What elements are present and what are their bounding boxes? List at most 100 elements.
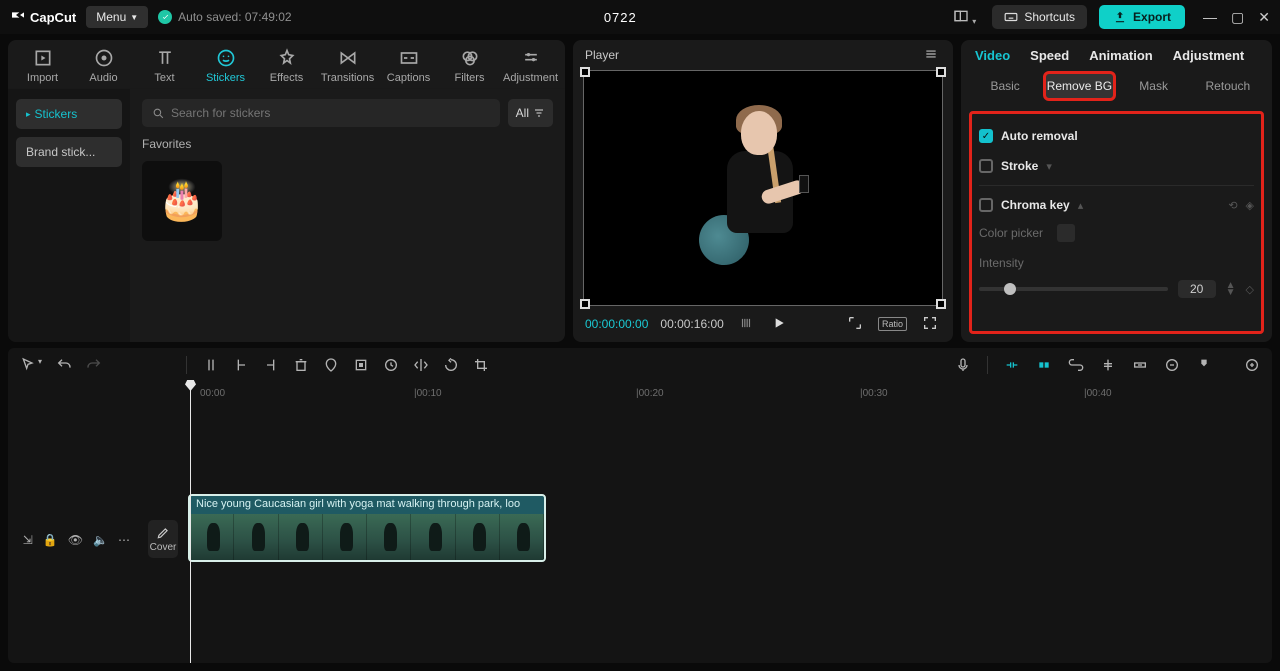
track-more-icon[interactable]: ⋯ xyxy=(118,533,130,547)
tab-effects[interactable]: Effects xyxy=(260,46,314,86)
play-button[interactable] xyxy=(768,312,790,337)
inspector-tab-animation[interactable]: Animation xyxy=(1089,48,1153,63)
tab-captions[interactable]: Captions xyxy=(382,46,436,86)
inspector-secondary-tabs: Basic Remove BG Mask Retouch xyxy=(961,67,1272,105)
ruler-label: |00:40 xyxy=(1084,388,1112,399)
redo-button[interactable] xyxy=(86,357,102,373)
favorites-heading: Favorites xyxy=(142,137,553,151)
player-title: Player xyxy=(585,48,619,62)
intensity-value[interactable]: 20 xyxy=(1178,280,1216,298)
lock-track-icon[interactable]: 🔒 xyxy=(43,533,58,547)
trim-left-tool[interactable] xyxy=(233,357,249,373)
player-viewport[interactable] xyxy=(583,70,943,306)
video-clip[interactable]: Nice young Caucasian girl with yoga mat … xyxy=(188,494,546,562)
keyframe-icon[interactable]: ◈ xyxy=(1246,199,1254,212)
timeline-zoom-slider[interactable] xyxy=(1164,357,1180,373)
crop-handle-tl[interactable] xyxy=(580,67,590,77)
sidebar-item-stickers[interactable]: ▸ Stickers xyxy=(16,99,122,129)
window-close-button[interactable]: ✕ xyxy=(1258,9,1270,26)
chevron-up-icon[interactable]: ▴ xyxy=(1078,199,1084,212)
crop-handle-br[interactable] xyxy=(936,299,946,309)
tab-transitions[interactable]: Transitions xyxy=(321,46,375,86)
filter-icon xyxy=(533,107,545,119)
intensity-stepper[interactable]: ▲▼ xyxy=(1226,282,1236,296)
split-tool[interactable] xyxy=(203,357,219,373)
sticker-thumbnail-cake[interactable]: 🎂 xyxy=(142,161,222,241)
caret-right-icon: ▸ xyxy=(26,109,31,120)
tab-filters[interactable]: Filters xyxy=(443,46,497,86)
preview-axis-toggle[interactable] xyxy=(1100,357,1116,373)
subtab-basic[interactable]: Basic xyxy=(971,73,1039,99)
subtab-mask[interactable]: Mask xyxy=(1120,73,1188,99)
reset-icon[interactable]: ⟲ xyxy=(1228,199,1237,212)
auto-snap-toggle[interactable] xyxy=(1036,357,1052,373)
stroke-checkbox[interactable] xyxy=(979,159,993,173)
mirror-tool[interactable] xyxy=(413,357,429,373)
timecode-current: 00:00:00:00 xyxy=(585,317,648,331)
trim-right-tool[interactable] xyxy=(263,357,279,373)
magnet-main-track-toggle[interactable] xyxy=(1004,357,1020,373)
inspector-tab-speed[interactable]: Speed xyxy=(1030,48,1069,63)
scale-fit-button[interactable] xyxy=(844,312,866,337)
keyframe-add-icon[interactable]: ◇ xyxy=(1246,283,1254,296)
reverse-tool[interactable] xyxy=(383,357,399,373)
delete-tool[interactable] xyxy=(293,357,309,373)
search-stickers-input[interactable] xyxy=(142,99,500,127)
ratio-button[interactable]: Ratio xyxy=(878,317,907,331)
color-swatch[interactable] xyxy=(1057,224,1075,242)
tab-adjustment[interactable]: Adjustment xyxy=(504,46,558,86)
window-minimize-button[interactable]: — xyxy=(1203,9,1217,26)
tab-text[interactable]: Text xyxy=(138,46,192,86)
media-tab-row: Import Audio Text Stickers Effects Trans… xyxy=(8,40,565,89)
auto-removal-checkbox[interactable]: ✓ xyxy=(979,129,993,143)
tab-import[interactable]: Import xyxy=(16,46,70,86)
track-height-button[interactable] xyxy=(1196,357,1212,373)
freeze-frame-tool[interactable] xyxy=(353,357,369,373)
shortcuts-button[interactable]: Shortcuts xyxy=(992,5,1087,29)
record-voiceover-button[interactable] xyxy=(955,357,971,373)
timeline-zoom-out[interactable] xyxy=(1132,357,1148,373)
subtab-retouch[interactable]: Retouch xyxy=(1194,73,1262,99)
fullscreen-button[interactable] xyxy=(919,312,941,337)
inspector-tab-adjustment[interactable]: Adjustment xyxy=(1173,48,1245,63)
filter-all-button[interactable]: All xyxy=(508,99,553,127)
menu-button[interactable]: Menu ▼ xyxy=(86,6,148,28)
crop-handle-tr[interactable] xyxy=(936,67,946,77)
toggle-visibility-icon[interactable]: 👁 xyxy=(68,533,83,547)
player-menu-button[interactable] xyxy=(921,44,941,67)
export-button[interactable]: Export xyxy=(1099,5,1185,29)
inspector-tab-video[interactable]: Video xyxy=(975,48,1010,63)
filters-icon xyxy=(460,48,480,68)
cover-button[interactable]: Cover xyxy=(148,520,178,558)
stickers-icon xyxy=(216,48,236,68)
chevron-down-icon: ▼ xyxy=(130,13,138,22)
intensity-slider[interactable] xyxy=(979,287,1168,291)
crop-handle-bl[interactable] xyxy=(580,299,590,309)
layout-presets-button[interactable]: ▾ xyxy=(949,4,980,31)
window-maximize-button[interactable]: ▢ xyxy=(1231,9,1244,26)
tab-stickers[interactable]: Stickers xyxy=(199,46,253,86)
undo-button[interactable] xyxy=(56,357,72,373)
chevron-down-icon[interactable]: ▾ xyxy=(1046,160,1052,173)
crop-tool[interactable] xyxy=(473,357,489,373)
selection-tool[interactable]: ▾ xyxy=(20,357,42,373)
tab-audio[interactable]: Audio xyxy=(77,46,131,86)
timeline-ruler[interactable]: 00:00 |00:10 |00:20 |00:30 |00:40 xyxy=(184,382,1272,406)
import-icon xyxy=(33,48,53,68)
track-area[interactable]: 00:00 |00:10 |00:20 |00:30 |00:40 Nice y… xyxy=(184,382,1272,663)
columns-icon[interactable] xyxy=(736,313,756,336)
sidebar-item-brand-stickers[interactable]: Brand stick... xyxy=(16,137,122,167)
slider-knob[interactable] xyxy=(1004,283,1016,295)
mute-track-icon[interactable]: 🔈 xyxy=(93,533,108,547)
chroma-key-checkbox[interactable] xyxy=(979,198,993,212)
collapse-tracks-icon[interactable]: ⇲ xyxy=(23,533,33,547)
subtab-remove-bg[interactable]: Remove BG xyxy=(1045,73,1113,99)
rotate-tool[interactable] xyxy=(443,357,459,373)
timeline-zoom-in[interactable] xyxy=(1244,357,1260,373)
playhead[interactable] xyxy=(190,382,191,663)
media-panel: Import Audio Text Stickers Effects Trans… xyxy=(8,40,565,342)
marker-tool[interactable] xyxy=(323,357,339,373)
ruler-label: |00:20 xyxy=(636,388,664,399)
color-picker-label: Color picker xyxy=(979,222,1043,244)
linkage-toggle[interactable] xyxy=(1068,357,1084,373)
